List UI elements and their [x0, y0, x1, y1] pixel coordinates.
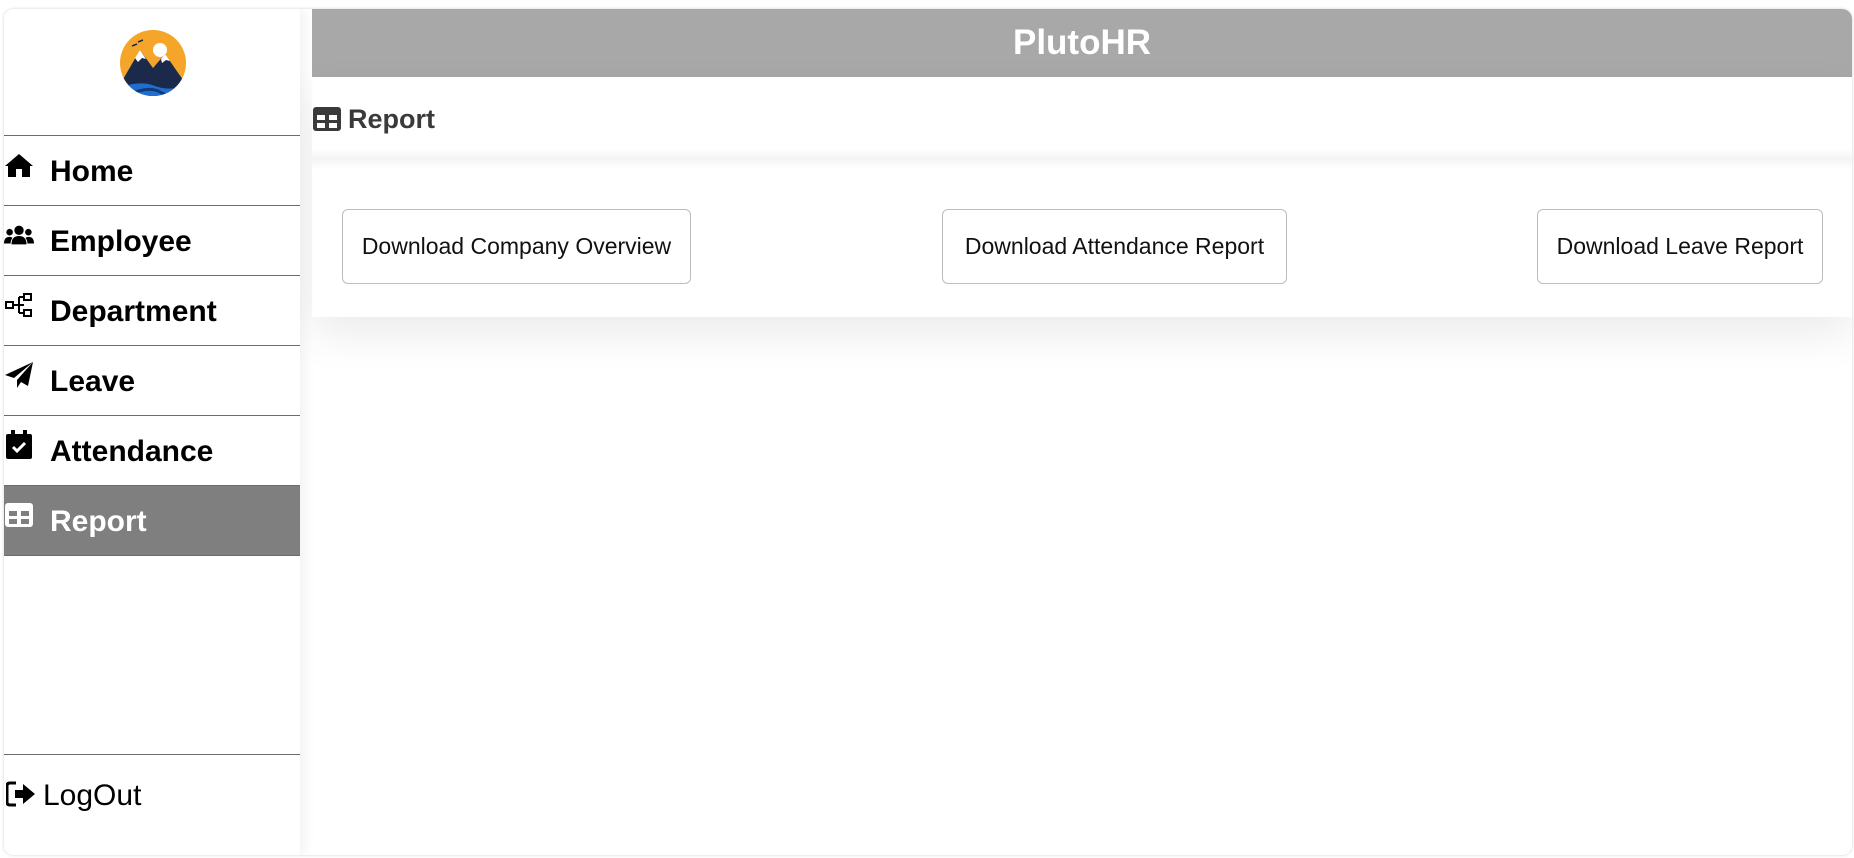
- app-title: PlutoHR: [1012, 23, 1152, 62]
- sitemap-icon: [4, 290, 34, 320]
- app-window: Home Employee Department Leave Attendanc…: [4, 9, 1852, 855]
- app-header: PlutoHR: [312, 9, 1852, 77]
- users-icon: [4, 220, 34, 250]
- table-icon: [312, 105, 342, 133]
- sidebar-item-label: Department: [50, 295, 217, 328]
- page-title: Report: [312, 99, 435, 139]
- sidebar-item-label: Report: [50, 505, 147, 538]
- sidebar-item-label: Attendance: [50, 435, 214, 468]
- calendar-check-icon: [4, 430, 34, 460]
- logout-label: LogOut: [43, 779, 142, 812]
- panel-divider: [312, 149, 1852, 169]
- divider: [4, 754, 300, 755]
- download-company-overview-button[interactable]: Download Company Overview: [342, 209, 691, 284]
- sidebar-item-attendance[interactable]: Attendance: [4, 416, 300, 486]
- sidebar-item-leave[interactable]: Leave: [4, 346, 300, 416]
- sidebar-item-label: Home: [50, 155, 134, 188]
- download-attendance-report-button[interactable]: Download Attendance Report: [942, 209, 1287, 284]
- sidebar-item-employee[interactable]: Employee: [4, 206, 300, 276]
- sidebar-item-report[interactable]: Report: [4, 486, 300, 556]
- download-leave-report-button[interactable]: Download Leave Report: [1537, 209, 1823, 284]
- sidebar-item-label: Leave: [50, 365, 136, 398]
- sidebar-item-label: Employee: [50, 225, 192, 258]
- table-icon: [4, 500, 34, 530]
- home-icon: [4, 150, 34, 180]
- sidebar-item-department[interactable]: Department: [4, 276, 300, 346]
- paper-plane-icon: [4, 360, 34, 390]
- sidebar-nav: Home Employee Department Leave Attendanc…: [4, 135, 300, 556]
- sign-out-icon: [6, 781, 36, 809]
- sidebar-item-home[interactable]: Home: [4, 136, 300, 206]
- mountain-logo-icon[interactable]: [120, 28, 186, 99]
- logout-button[interactable]: LogOut: [4, 771, 300, 825]
- sidebar: Home Employee Department Leave Attendanc…: [4, 9, 300, 855]
- page-title-text: Report: [348, 103, 435, 134]
